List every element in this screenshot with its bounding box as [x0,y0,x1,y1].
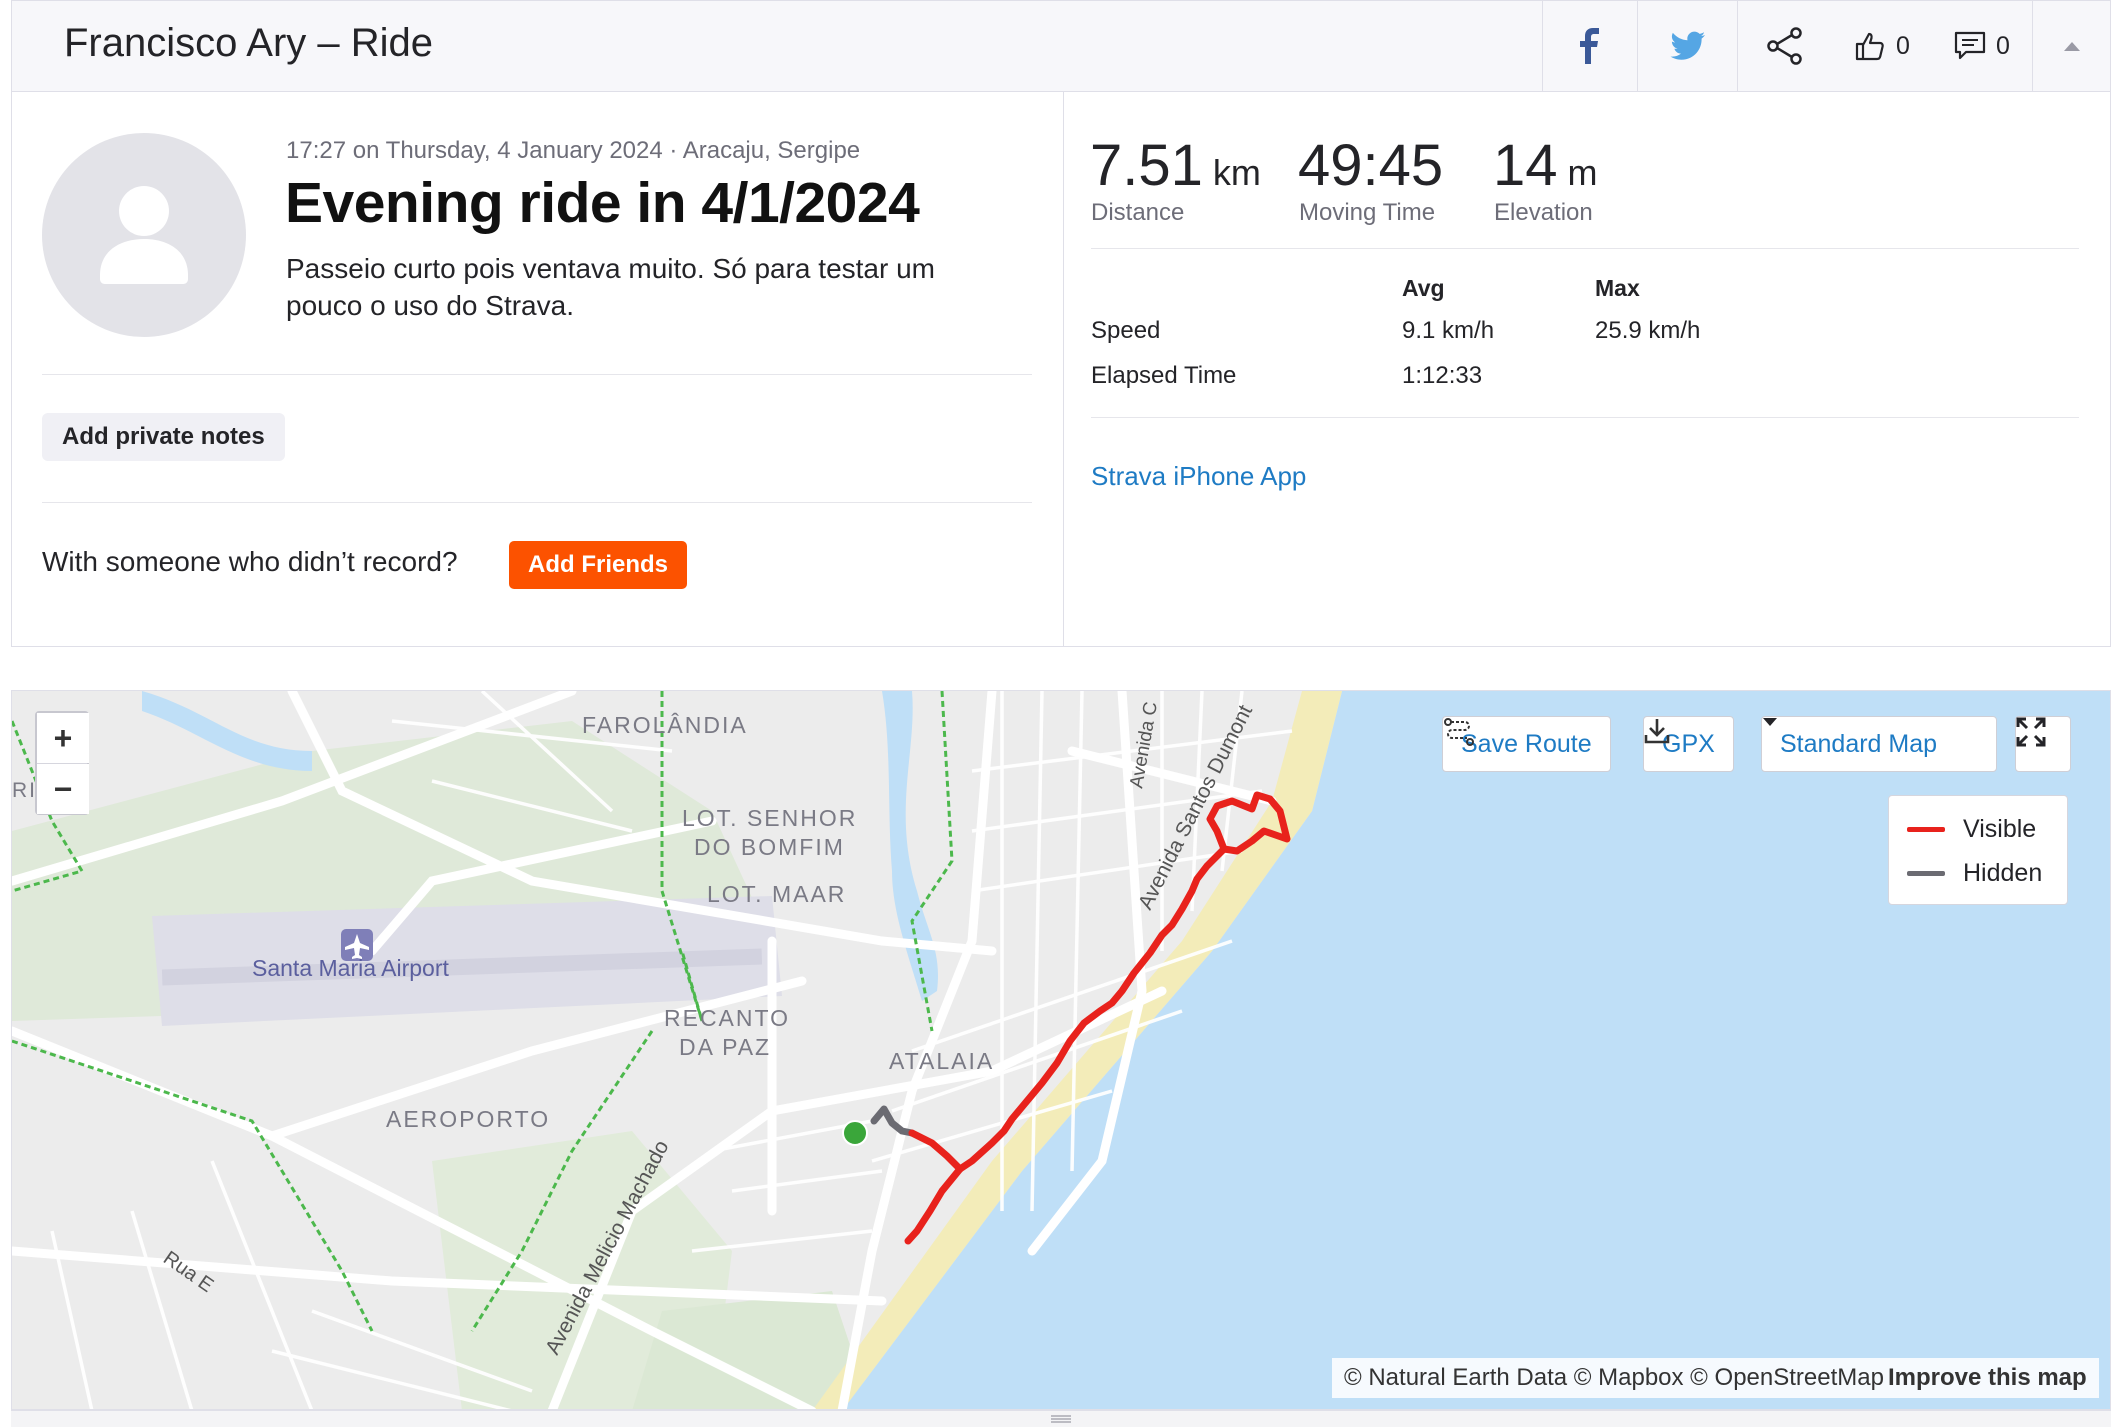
comment-icon [1954,31,1986,60]
zoom-in-button[interactable]: + [37,713,89,763]
separator [42,502,1032,503]
elevation-unit: m [1567,152,1598,193]
ri-label: RI [12,779,37,802]
map-attribution: © Natural Earth Data © Mapbox © OpenStre… [1332,1358,2099,1398]
moving-time-stat: 49:45 [1298,132,1443,199]
facebook-icon [1580,28,1599,64]
attribution-text: © Natural Earth Data © Mapbox © OpenStre… [1344,1364,1884,1391]
separator [1091,248,2079,249]
moving-time-value: 49:45 [1298,133,1444,198]
recanto-label-2: DA PAZ [679,1034,771,1060]
zoom-control: + − [35,711,89,815]
share-button[interactable] [1737,1,1832,91]
activity-description: Passeio curto pois ventava muito. Só par… [286,253,935,321]
elevation-value: 14 [1493,133,1558,198]
zoom-out-button[interactable]: − [37,764,89,814]
distance-stat: 7.51 km [1090,132,1261,199]
legend-hidden: Hidden [1889,851,2067,895]
kudos-button[interactable]: 0 [1832,1,1932,91]
elevation-stat: 14 m [1493,132,1598,199]
summary-divider [1063,92,1064,647]
kudos-count: 0 [1896,31,1910,60]
avatar[interactable] [42,133,246,337]
legend-visible-label: Visible [1963,814,2037,843]
drag-handle-icon [1051,1415,1071,1423]
comment-count: 0 [1996,31,2010,60]
elevation-label: Elevation [1494,199,1593,226]
activity-meta: 17:27 on Thursday, 4 January 2024 · Arac… [286,137,861,164]
fullscreen-button[interactable] [2015,716,2071,772]
separator [42,374,1032,375]
distance-label: Distance [1091,199,1185,226]
comment-button[interactable]: 0 [1932,1,2032,91]
max-header: Max [1595,275,1640,301]
lot-maar-label: LOT. MAAR [707,881,846,907]
route-icon [1444,718,1474,746]
page-title: Francisco Ary – Ride [64,21,434,65]
map-style-select[interactable]: Standard Map [1761,716,1997,772]
route-legend: Visible Hidden [1888,795,2068,905]
elapsed-time-avg: 1:12:33 [1402,362,1483,389]
legend-hidden-swatch [1907,870,1945,876]
thumbs-up-icon [1855,32,1884,61]
start-marker [842,1120,868,1146]
save-route-label: Save Route [1461,729,1592,758]
aeroporto-label: AEROPORTO [386,1106,550,1132]
senhor-bomfim-label-1: LOT. SENHOR [682,805,857,831]
add-friends-button[interactable]: Add Friends [509,541,688,589]
speed-max: 25.9 km/h [1595,317,1701,344]
activity-title: Evening ride in 4/1/2024 [285,171,920,235]
elapsed-time-label: Elapsed Time [1091,362,1237,389]
facebook-share-button[interactable] [1542,1,1637,91]
moving-time-label: Moving Time [1299,199,1436,226]
device-link[interactable]: Strava iPhone App [1091,461,1306,492]
caret-down-icon [1763,718,1777,726]
map-style-label: Standard Map [1780,729,1938,758]
download-icon [1644,719,1670,744]
legend-hidden-label: Hidden [1963,858,2043,887]
legend-visible-swatch [1907,826,1945,832]
map-canvas[interactable]: FAROLÂNDIA LOT. SENHOR DO BOMFIM LOT. MA… [12,691,2111,1410]
gpx-download-button[interactable]: GPX [1643,716,1734,772]
speed-label: Speed [1091,317,1161,344]
legend-visible: Visible [1889,807,2067,851]
senhor-bomfim-label-2: DO BOMFIM [694,834,845,860]
someone-prompt: With someone who didn’t record? [42,546,458,577]
airport-label: Santa Maria Airport [252,955,449,981]
user-silhouette-icon [100,186,188,284]
distance-unit: km [1212,152,1261,193]
share-icon [1767,27,1802,65]
collapse-icon [2064,42,2080,51]
distance-value: 7.51 [1090,133,1203,198]
fullscreen-icon [2016,717,2046,747]
activity-header: Francisco Ary – Ride 0 0 [11,0,2111,92]
twitter-icon [1670,31,1705,60]
route-map[interactable]: FAROLÂNDIA LOT. SENHOR DO BOMFIM LOT. MA… [11,690,2111,1410]
twitter-share-button[interactable] [1637,1,1737,91]
speed-avg: 9.1 km/h [1402,317,1495,344]
separator [1091,417,2079,418]
save-route-button[interactable]: Save Route [1442,716,1611,772]
collapse-button[interactable] [2032,1,2111,91]
add-private-notes-button[interactable]: Add private notes [42,413,285,461]
atalaia-label: ATALAIA [889,1048,994,1074]
avg-header: Avg [1402,275,1445,301]
improve-map-link[interactable]: Improve this map [1888,1364,2087,1392]
farolandia-label: FAROLÂNDIA [582,712,748,738]
recanto-label-1: RECANTO [664,1005,790,1031]
map-resize-handle[interactable] [11,1410,2111,1427]
